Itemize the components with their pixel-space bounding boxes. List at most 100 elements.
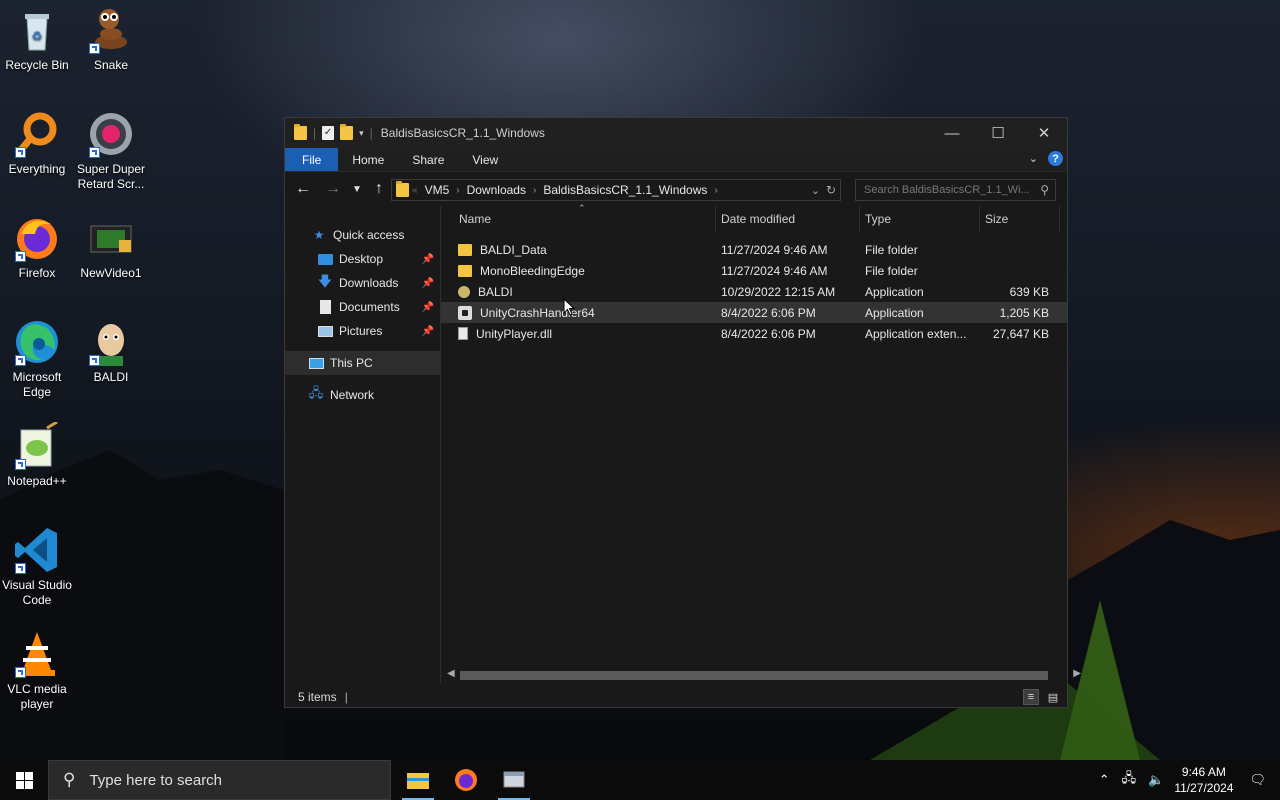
maximize-button[interactable]: ☐	[975, 118, 1021, 148]
file-row[interactable]: UnityPlayer.dll 8/4/2022 6:06 PM Applica…	[441, 323, 1067, 344]
expand-ribbon-chevron-icon[interactable]: ⌄	[1029, 152, 1038, 165]
properties-icon[interactable]: ✓	[322, 126, 335, 140]
chevron-right-icon[interactable]: ›	[711, 185, 720, 196]
taskbar-app-window[interactable]	[490, 760, 538, 800]
pictures-icon	[317, 324, 333, 338]
tab-file[interactable]: File	[285, 148, 339, 171]
quick-access-toolbar-dropdown-icon[interactable]: ▾	[359, 128, 364, 139]
file-row[interactable]: BALDI_Data 11/27/2024 9:46 AM File folde…	[441, 239, 1067, 260]
new-folder-icon[interactable]	[340, 124, 354, 140]
recent-locations-chevron-icon[interactable]: ▼	[346, 184, 368, 195]
address-dropdown-icon[interactable]: ⌄	[811, 184, 820, 197]
up-arrow-icon[interactable]: ↑	[368, 180, 390, 198]
svg-text:♻: ♻	[32, 29, 43, 43]
window-title: BaldisBasicsCR_1.1_Windows	[380, 126, 545, 140]
ribbon-tabs: File Home Share View ⌄ ?	[285, 148, 1067, 172]
breadcrumb-overflow-icon[interactable]: «	[409, 185, 421, 196]
desktop-icon-notepadpp[interactable]: Notepad++	[0, 420, 74, 489]
chevron-right-icon[interactable]: ›	[530, 185, 539, 196]
system-tray: ⌃ 🖧 🔈 9:46 AM 11/27/2024 🗨	[1093, 760, 1280, 800]
desktop-icon-newvideo1[interactable]: NewVideo1	[74, 214, 148, 281]
documents-icon	[317, 300, 333, 314]
nav-quick-access[interactable]: ★ Quick access	[285, 223, 440, 247]
start-button[interactable]	[0, 760, 48, 800]
forward-arrow-icon[interactable]: →	[322, 180, 344, 198]
taskbar-firefox[interactable]	[442, 760, 490, 800]
pin-icon[interactable]: 📌	[422, 254, 434, 265]
desktop-icon-snake[interactable]: Snake	[74, 6, 148, 73]
column-header-date[interactable]: Date modified	[716, 206, 860, 232]
folder-icon	[458, 264, 472, 277]
address-bar[interactable]: « VM5 › Downloads › BaldisBasicsCR_1.1_W…	[391, 179, 841, 201]
pin-icon[interactable]: 📌	[422, 278, 434, 289]
record-button-icon	[87, 110, 135, 158]
desktop-icon-baldi[interactable]: BALDI	[74, 318, 148, 385]
breadcrumb-current-folder[interactable]: BaldisBasicsCR_1.1_Windows	[539, 183, 711, 197]
breadcrumb-vm5[interactable]: VM5	[421, 183, 454, 197]
nav-downloads[interactable]: 🡇 Downloads 📌	[285, 271, 440, 295]
file-row[interactable]: MonoBleedingEdge 11/27/2024 9:46 AM File…	[441, 260, 1067, 281]
folder-icon	[458, 243, 472, 256]
file-list: ⌃ Name Date modified Type Size BALDI_Dat…	[441, 203, 1081, 683]
file-row[interactable]: BALDI 10/29/2022 12:15 AM Application 63…	[441, 281, 1067, 302]
search-box[interactable]: Search BaldisBasicsCR_1.1_Wi... ⚲	[855, 179, 1056, 201]
baldi-app-icon	[458, 285, 470, 298]
close-button[interactable]: ✕	[1021, 118, 1067, 148]
downloads-icon: 🡇	[317, 273, 333, 289]
search-icon: ⚲	[63, 770, 76, 789]
scrollbar-thumb[interactable]	[460, 671, 1048, 680]
file-row-hovered[interactable]: UnityCrashHandler64 8/4/2022 6:06 PM App…	[441, 302, 1067, 323]
clock[interactable]: 9:46 AM 11/27/2024	[1174, 764, 1233, 796]
firefox-icon	[13, 214, 61, 262]
column-headers: Name Date modified Type Size	[441, 206, 1067, 232]
taskbar-search-box[interactable]: ⚲ Type here to search	[48, 760, 391, 800]
desktop-icon-firefox[interactable]: Firefox	[0, 214, 74, 281]
pin-icon[interactable]: 📌	[422, 302, 434, 313]
edge-icon	[13, 318, 61, 366]
column-header-size[interactable]: Size	[980, 206, 1060, 232]
scroll-left-arrow-icon[interactable]: ◀	[447, 668, 455, 679]
separator: |	[369, 126, 373, 140]
network-disconnected-icon[interactable]: 🖧	[1122, 769, 1137, 791]
tab-share[interactable]: Share	[398, 148, 458, 171]
tab-view[interactable]: View	[458, 148, 512, 171]
title-bar[interactable]: | ✓ ▾ | BaldisBasicsCR_1.1_Windows — ☐ ✕	[285, 118, 1067, 148]
refresh-icon[interactable]: ↻	[826, 183, 836, 197]
desktop-icon-recycle-bin[interactable]: ♻ Recycle Bin	[0, 6, 74, 73]
breadcrumb-downloads[interactable]: Downloads	[463, 183, 530, 197]
taskbar-file-explorer[interactable]	[394, 760, 442, 800]
back-arrow-icon[interactable]: ←	[292, 180, 314, 198]
minimize-button[interactable]: —	[929, 118, 975, 148]
recycle-bin-icon: ♻	[13, 6, 61, 54]
desktop-icon-vlc[interactable]: VLC media player	[0, 630, 74, 712]
windows-logo-icon	[15, 771, 33, 789]
pin-icon[interactable]: 📌	[422, 326, 434, 337]
unity-app-icon	[458, 305, 472, 320]
folder-icon	[396, 181, 409, 197]
volume-muted-icon[interactable]: 🔈	[1148, 772, 1164, 788]
status-bar: 5 items | ≡ ▤	[285, 686, 1067, 708]
notifications-icon[interactable]: 🗨	[1249, 772, 1266, 788]
desktop-icon-vscode[interactable]: Visual Studio Code	[0, 526, 74, 608]
desktop-icon-screen-recorder[interactable]: Super Duper Retard Scr...	[74, 110, 148, 192]
desktop-icon-everything[interactable]: Everything	[0, 110, 74, 177]
scroll-right-arrow-icon[interactable]: ▶	[1073, 668, 1081, 679]
horizontal-scrollbar[interactable]: ◀ ▶	[445, 667, 1081, 683]
nav-desktop[interactable]: Desktop 📌	[285, 247, 440, 271]
nav-documents[interactable]: Documents 📌	[285, 295, 440, 319]
nav-this-pc[interactable]: This PC	[285, 351, 440, 375]
search-icon: ⚲	[1040, 183, 1049, 197]
help-icon[interactable]: ?	[1048, 151, 1063, 166]
nav-pictures[interactable]: Pictures 📌	[285, 319, 440, 343]
column-header-type[interactable]: Type	[860, 206, 980, 232]
column-header-name[interactable]: Name	[441, 206, 716, 232]
show-hidden-icons-chevron-icon[interactable]: ⌃	[1099, 772, 1110, 788]
large-icons-view-icon[interactable]: ▤	[1045, 689, 1061, 705]
star-icon: ★	[313, 228, 325, 242]
tab-home[interactable]: Home	[338, 148, 398, 171]
nav-network[interactable]: 🖧 Network	[285, 383, 440, 407]
desktop-icon-edge[interactable]: Microsoft Edge	[0, 318, 74, 400]
details-view-icon[interactable]: ≡	[1023, 689, 1039, 705]
chevron-right-icon[interactable]: ›	[453, 185, 462, 196]
baldi-icon	[87, 318, 135, 366]
